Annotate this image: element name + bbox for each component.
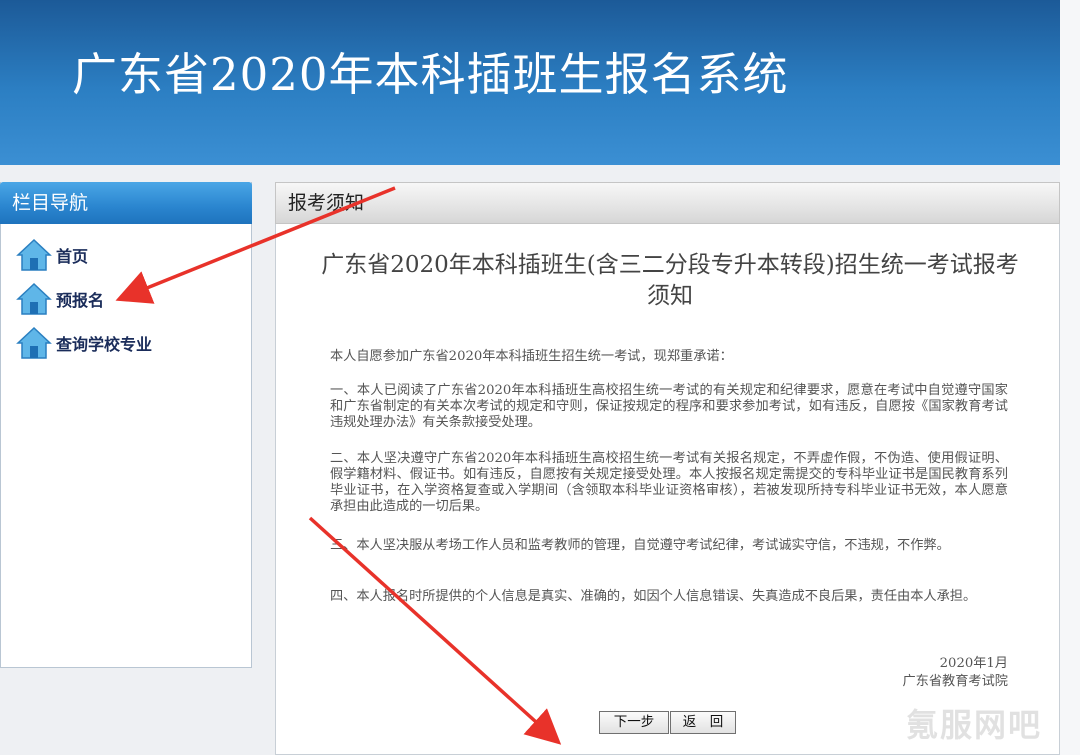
sidebar-item-home[interactable]: 首页 bbox=[16, 238, 88, 272]
sidebar-item-label: 查询学校专业 bbox=[56, 335, 153, 354]
back-label: 返 回 bbox=[682, 714, 724, 730]
notice-title: 广东省2020年本科插班生(含三二分段专升本转段)招生统一考试报考须知 bbox=[321, 252, 1019, 309]
notice-intro: 本人自愿参加广东省2020年本科插班生招生统一考试，现郑重承诺： bbox=[330, 349, 733, 364]
notice-clause-2: 二、本人坚决遵守广东省2020年本科插班生高校招生统一考试有关报名规定，不弄虚作… bbox=[330, 451, 1008, 514]
notice-clause-4: 四、本人报名时所提供的个人信息是真实、准确的，如因个人信息错误、失真造成不良后果… bbox=[330, 589, 977, 604]
notice-clause-1: 一、本人已阅读了广东省2020年本科插班生高校招生统一考试的有关规定和纪律要求，… bbox=[330, 383, 1008, 430]
notice-date: 2020年1月 bbox=[939, 656, 1008, 671]
sidebar-item-query-majors[interactable]: 查询学校专业 bbox=[16, 326, 152, 360]
notice-clause-3: 三、本人坚决服从考场工作人员和监考教师的管理，自觉遵守考试纪律，考试诚实守信，不… bbox=[330, 538, 950, 553]
notice-issuer: 广东省教育考试院 bbox=[902, 674, 1009, 689]
panel-title: 报考须知 bbox=[275, 182, 1060, 224]
page-right-margin bbox=[1060, 0, 1080, 755]
sidebar-item-label: 预报名 bbox=[56, 291, 105, 310]
system-title: 广东省2020年本科插班生报名系统 bbox=[72, 48, 789, 101]
house-icon bbox=[16, 326, 52, 359]
header-banner: 广东省2020年本科插班生报名系统 bbox=[0, 0, 1060, 165]
sidebar-title: 栏目导航 bbox=[0, 182, 252, 224]
next-step-button[interactable]: 下一步 bbox=[599, 711, 669, 734]
sidebar-item-pre-register[interactable]: 预报名 bbox=[16, 282, 104, 316]
house-icon bbox=[16, 282, 52, 315]
house-icon bbox=[16, 238, 52, 271]
watermark: 氪服网吧 bbox=[906, 706, 1043, 744]
next-step-label: 下一步 bbox=[613, 714, 655, 730]
sidebar-item-label: 首页 bbox=[56, 247, 89, 266]
back-button[interactable]: 返 回 bbox=[670, 711, 736, 734]
